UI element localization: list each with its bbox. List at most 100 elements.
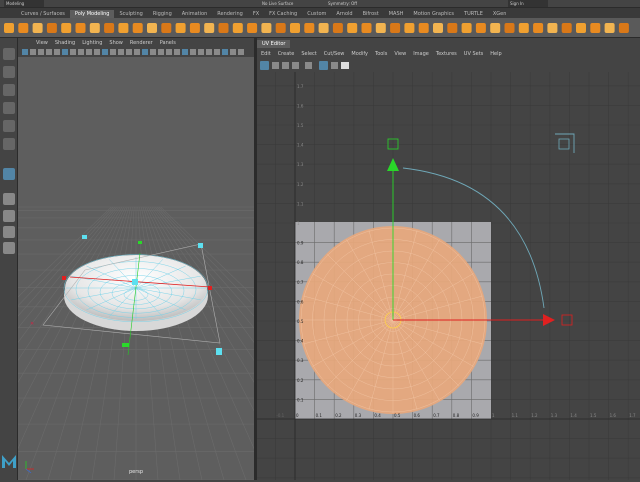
- viewport-menu-lighting[interactable]: Lighting: [82, 40, 102, 46]
- uv-axis-label: 1.5: [297, 123, 304, 128]
- paint-select-icon[interactable]: [3, 84, 15, 96]
- shelf-tab-poly-modeling[interactable]: Poly Modeling: [69, 10, 115, 18]
- uv-axis-label: 1.3: [551, 413, 558, 418]
- shelf-icons: [0, 18, 640, 38]
- uv-axis-label: 0.7: [297, 280, 304, 285]
- axis-gizmo-icon: [25, 461, 34, 474]
- uv-vertex-icon[interactable]: [272, 62, 279, 69]
- shelf-tab-bar: Curves / Surfaces Poly Modeling Sculpting R…: [0, 8, 640, 18]
- uv-axis-label: 0.6: [414, 413, 421, 418]
- uv-shell-icon[interactable]: [260, 61, 269, 70]
- viewport-menu-renderer[interactable]: Renderer: [130, 40, 153, 46]
- uv-axis-label: 0.7: [433, 413, 440, 418]
- uv-axis-label: 0.1: [297, 397, 304, 402]
- uv-menu-uv-sets[interactable]: UV Sets: [464, 51, 484, 57]
- shelf-tab-curves-surfaces[interactable]: Curves / Surfaces: [16, 10, 70, 18]
- camera-label: persp: [129, 469, 143, 475]
- live-surface-field[interactable]: No Live Surface: [262, 0, 293, 7]
- uv-menu-bar: Edit Create Select Cut/Sew Modify Tools View Im…: [257, 49, 640, 58]
- active-tool-icon[interactable]: [3, 168, 15, 180]
- shelf-tab-rigging[interactable]: Rigging: [148, 10, 177, 18]
- uv-editor-tab[interactable]: UV Editor: [257, 40, 291, 48]
- uv-axis-label: 1.3: [297, 162, 304, 167]
- four-view-layout-icon[interactable]: [3, 210, 15, 222]
- uv-axis-label: 0.4: [297, 339, 304, 344]
- uv-axis-label: 1.7: [629, 413, 636, 418]
- viewport-icon-bar: [18, 47, 254, 57]
- uv-menu-image[interactable]: Image: [413, 51, 429, 57]
- uv-axis-label: -0.1: [276, 413, 284, 418]
- viewport-menu-bar: View Shading Lighting Show Renderer Panels: [18, 38, 254, 47]
- uv-axis-label: 1.4: [297, 143, 304, 148]
- shelf-tab-custom[interactable]: Custom: [302, 10, 331, 18]
- uv-axis-label: 1.6: [610, 413, 617, 418]
- grid-toggle-icon[interactable]: [319, 61, 328, 70]
- uv-edge-icon[interactable]: [282, 62, 289, 69]
- uv-axis-label: 1.4: [570, 413, 577, 418]
- menu-set-dropdown[interactable]: Modeling: [4, 0, 44, 7]
- uv-editor-panel: UV Editor Edit Create Select Cut/Sew Modify T…: [257, 38, 640, 480]
- uv-axis-label: 0.4: [374, 413, 381, 418]
- perspective-panel: View Shading Lighting Show Renderer Panels: [0, 38, 445, 481]
- uv-menu-select[interactable]: Select: [301, 51, 316, 57]
- uv-axis-label: 0.5: [297, 319, 304, 324]
- panel-layout-icon[interactable]: [3, 242, 15, 254]
- shelf-tab-rendering[interactable]: Rendering: [212, 10, 248, 18]
- uv-menu-cut-sew[interactable]: Cut/Sew: [324, 51, 345, 57]
- uv-axis-label: 0.5: [394, 413, 401, 418]
- viewport-menu-panels[interactable]: Panels: [160, 40, 176, 46]
- uv-select-icon[interactable]: [305, 62, 312, 69]
- side-layout-icon[interactable]: [3, 226, 15, 238]
- shelf-tab-xgen[interactable]: XGen: [488, 10, 512, 18]
- viewport-menu-view[interactable]: View: [36, 40, 48, 46]
- uv-axis-label: 1.2: [531, 413, 538, 418]
- uv-face-icon[interactable]: [292, 62, 299, 69]
- signin-button[interactable]: Sign In: [508, 0, 548, 7]
- uv-axis-label: 0.2: [297, 378, 304, 383]
- shelf-icon-strip[interactable]: [0, 18, 640, 38]
- uv-axis-label: 0.8: [297, 260, 304, 265]
- move-tool-icon[interactable]: [3, 102, 15, 114]
- shelf-tab-arnold[interactable]: Arnold: [331, 10, 357, 18]
- uv-texture-view[interactable]: 0 0.1 0.2 0.3 0.4 0.5 0.6 0.7 0.8 0.9 0.9 0.8 0.7 0.6…: [257, 72, 640, 480]
- pivot-marker: ✕: [30, 321, 34, 327]
- uv-axis-label: 1.1: [297, 201, 304, 206]
- ground-grid: [0, 206, 445, 481]
- checker-icon[interactable]: [331, 62, 338, 69]
- uv-menu-view[interactable]: View: [394, 51, 406, 57]
- uv-menu-tools[interactable]: Tools: [375, 51, 387, 57]
- uv-axis-label: 0.3: [355, 413, 362, 418]
- uv-axis-label: 1.6: [297, 103, 304, 108]
- shelf-tab-mash[interactable]: MASH: [384, 10, 409, 18]
- dish-mesh[interactable]: [63, 254, 209, 331]
- single-layout-icon[interactable]: [3, 193, 15, 205]
- viewport-menu-show[interactable]: Show: [109, 40, 123, 46]
- uv-axis-label: 0.8: [453, 413, 460, 418]
- select-tool-icon[interactable]: [3, 48, 15, 60]
- uv-menu-textures[interactable]: Textures: [436, 51, 457, 57]
- shelf-tab-motion-graphics[interactable]: Motion Graphics: [408, 10, 459, 18]
- rotate-tool-icon[interactable]: [3, 120, 15, 132]
- uv-menu-create[interactable]: Create: [278, 51, 295, 57]
- uv-menu-modify[interactable]: Modify: [351, 51, 368, 57]
- scale-tool-icon[interactable]: [3, 138, 15, 150]
- shelf-tab-fx-caching[interactable]: FX Caching: [264, 10, 302, 18]
- shelf-tab-bifrost[interactable]: Bifrost: [358, 10, 384, 18]
- shelf-tab-fx[interactable]: FX: [248, 10, 264, 18]
- shelf-tab-turtle[interactable]: TURTLE: [459, 10, 488, 18]
- viewport-menu-shading[interactable]: Shading: [55, 40, 75, 46]
- uv-axis-label: 0.1: [316, 413, 323, 418]
- uv-axis-label: 0.9: [472, 413, 479, 418]
- symmetry-dropdown[interactable]: Symmetry: Off: [328, 0, 357, 7]
- uv-axis-label: 1.7: [297, 84, 304, 89]
- shelf-tab-animation[interactable]: Animation: [177, 10, 213, 18]
- status-line: Modeling No Live Surface Symmetry: Off S…: [0, 0, 640, 8]
- uv-axis-label: 1: [492, 413, 495, 418]
- perspective-viewport[interactable]: ✕ persp: [0, 57, 445, 481]
- image-icon[interactable]: [341, 62, 349, 69]
- lasso-tool-icon[interactable]: [3, 66, 15, 78]
- shelf-tab-sculpting[interactable]: Sculpting: [114, 10, 147, 18]
- uv-axis-label: 0.6: [297, 299, 304, 304]
- uv-menu-edit[interactable]: Edit: [261, 51, 271, 57]
- uv-menu-help[interactable]: Help: [490, 51, 501, 57]
